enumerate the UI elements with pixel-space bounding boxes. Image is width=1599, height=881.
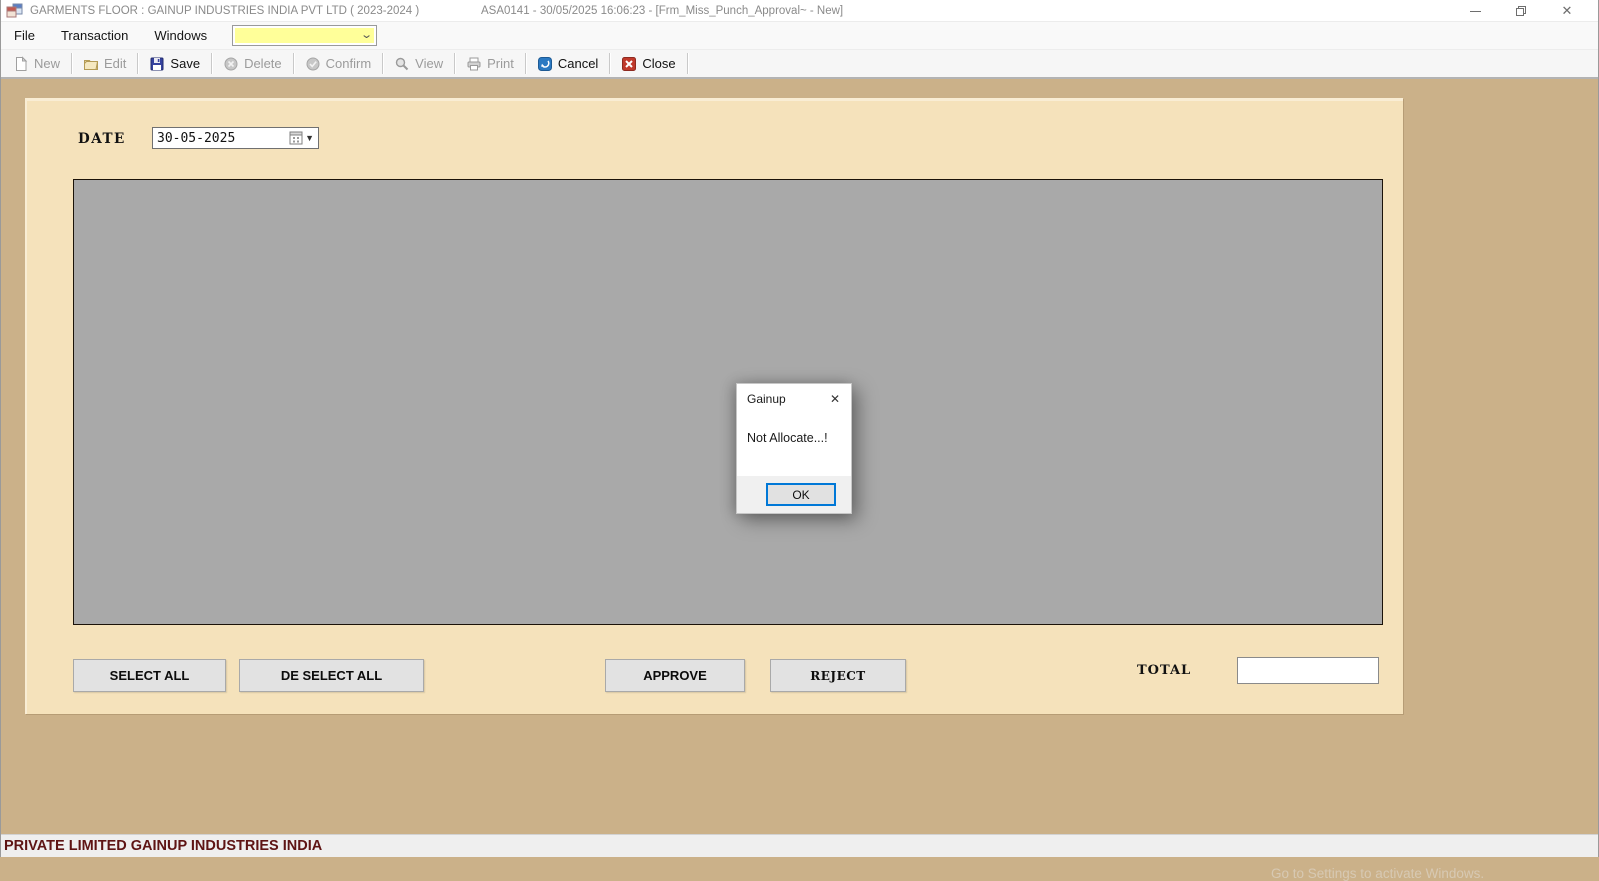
menu-windows[interactable]: Windows <box>141 22 220 49</box>
cancel-icon <box>537 56 553 72</box>
dialog-close-button[interactable]: ✕ <box>828 392 842 406</box>
dialog-title: Gainup <box>747 392 786 406</box>
confirm-icon <box>305 56 321 72</box>
view-magnifier-icon <box>394 56 410 72</box>
status-bar: PRIVATE LIMITED GAINUP INDUSTRIES INDIA <box>1 834 1598 857</box>
toolbar: New Edit Save Delete Confirm <box>1 50 1598 79</box>
date-label: DATE <box>78 131 126 147</box>
toolbar-separator <box>71 53 72 74</box>
window-controls: ✕ <box>1452 0 1590 22</box>
view-button[interactable]: View <box>386 53 451 75</box>
edit-button[interactable]: Edit <box>75 53 134 75</box>
confirm-button[interactable]: Confirm <box>297 53 380 75</box>
toolbar-separator <box>687 53 688 74</box>
delete-label: Delete <box>244 56 282 71</box>
minimize-icon <box>1470 11 1481 12</box>
new-label: New <box>34 56 60 71</box>
status-text: PRIVATE LIMITED GAINUP INDUSTRIES INDIA <box>1 838 322 854</box>
dialog-close-icon: ✕ <box>830 392 840 406</box>
close-label: Close <box>642 56 675 71</box>
toolbar-separator <box>211 53 212 74</box>
new-document-icon <box>13 56 29 72</box>
close-icon <box>621 56 637 72</box>
cancel-button[interactable]: Cancel <box>529 53 606 75</box>
menu-transaction[interactable]: Transaction <box>48 22 141 49</box>
toolbar-separator <box>382 53 383 74</box>
delete-button[interactable]: Delete <box>215 53 290 75</box>
date-picker[interactable]: 30-05-2025 ▼ <box>152 127 319 149</box>
print-label: Print <box>487 56 514 71</box>
toolbar-separator <box>525 53 526 74</box>
close-window-button[interactable]: ✕ <box>1544 0 1590 22</box>
save-floppy-icon <box>149 56 165 72</box>
toolbar-separator <box>137 53 138 74</box>
dialog-ok-button[interactable]: OK <box>766 483 836 506</box>
reject-button[interactable]: REJECT <box>770 659 906 692</box>
restore-icon <box>1515 5 1527 17</box>
toolbar-separator <box>454 53 455 74</box>
total-input[interactable] <box>1237 657 1379 684</box>
menu-bar: File Transaction Windows ⌄ <box>1 22 1598 50</box>
close-button[interactable]: Close <box>613 53 683 75</box>
print-icon <box>466 56 482 72</box>
dialog-footer: OK <box>737 476 851 513</box>
close-window-icon: ✕ <box>1562 3 1573 19</box>
deselect-all-button[interactable]: DE SELECT ALL <box>239 659 424 692</box>
view-label: View <box>415 56 443 71</box>
save-button[interactable]: Save <box>141 53 208 75</box>
edit-folder-icon <box>83 56 99 72</box>
chevron-down-icon: ⌄ <box>360 30 373 41</box>
window-selector-combobox[interactable]: ⌄ <box>232 25 377 46</box>
confirm-label: Confirm <box>326 56 372 71</box>
watermark-line2: Go to Settings to activate Windows. <box>1271 866 1484 881</box>
app-icon <box>6 2 23 19</box>
miss-punch-approval-form: DATE 30-05-2025 ▼ SELECT ALL DE SELECT A… <box>25 98 1403 714</box>
gainup-message-dialog: Gainup ✕ Not Allocate...! OK <box>736 383 852 514</box>
approval-grid-panel <box>73 179 1383 625</box>
save-label: Save <box>170 56 200 71</box>
print-button[interactable]: Print <box>458 53 522 75</box>
minimize-button[interactable] <box>1452 0 1498 22</box>
delete-icon <box>223 56 239 72</box>
toolbar-separator <box>293 53 294 74</box>
title-bar: GARMENTS FLOOR : GAINUP INDUSTRIES INDIA… <box>1 0 1598 22</box>
dialog-title-row: Gainup ✕ <box>737 384 851 406</box>
date-dropdown-icon[interactable]: ▼ <box>305 133 314 143</box>
total-label: TOTAL <box>1137 663 1191 678</box>
select-all-button[interactable]: SELECT ALL <box>73 659 226 692</box>
menu-file[interactable]: File <box>1 22 48 49</box>
date-value: 30-05-2025 <box>153 131 289 146</box>
child-window-title: ASA0141 - 30/05/2025 16:06:23 - [Frm_Mis… <box>481 5 843 17</box>
cancel-label: Cancel <box>558 56 598 71</box>
approve-button[interactable]: APPROVE <box>605 659 745 692</box>
edit-label: Edit <box>104 56 126 71</box>
restore-button[interactable] <box>1498 0 1544 22</box>
calendar-icon <box>289 131 303 145</box>
new-button[interactable]: New <box>5 53 68 75</box>
window-title: GARMENTS FLOOR : GAINUP INDUSTRIES INDIA… <box>30 5 419 17</box>
dialog-message: Not Allocate...! <box>737 431 851 445</box>
toolbar-separator <box>609 53 610 74</box>
